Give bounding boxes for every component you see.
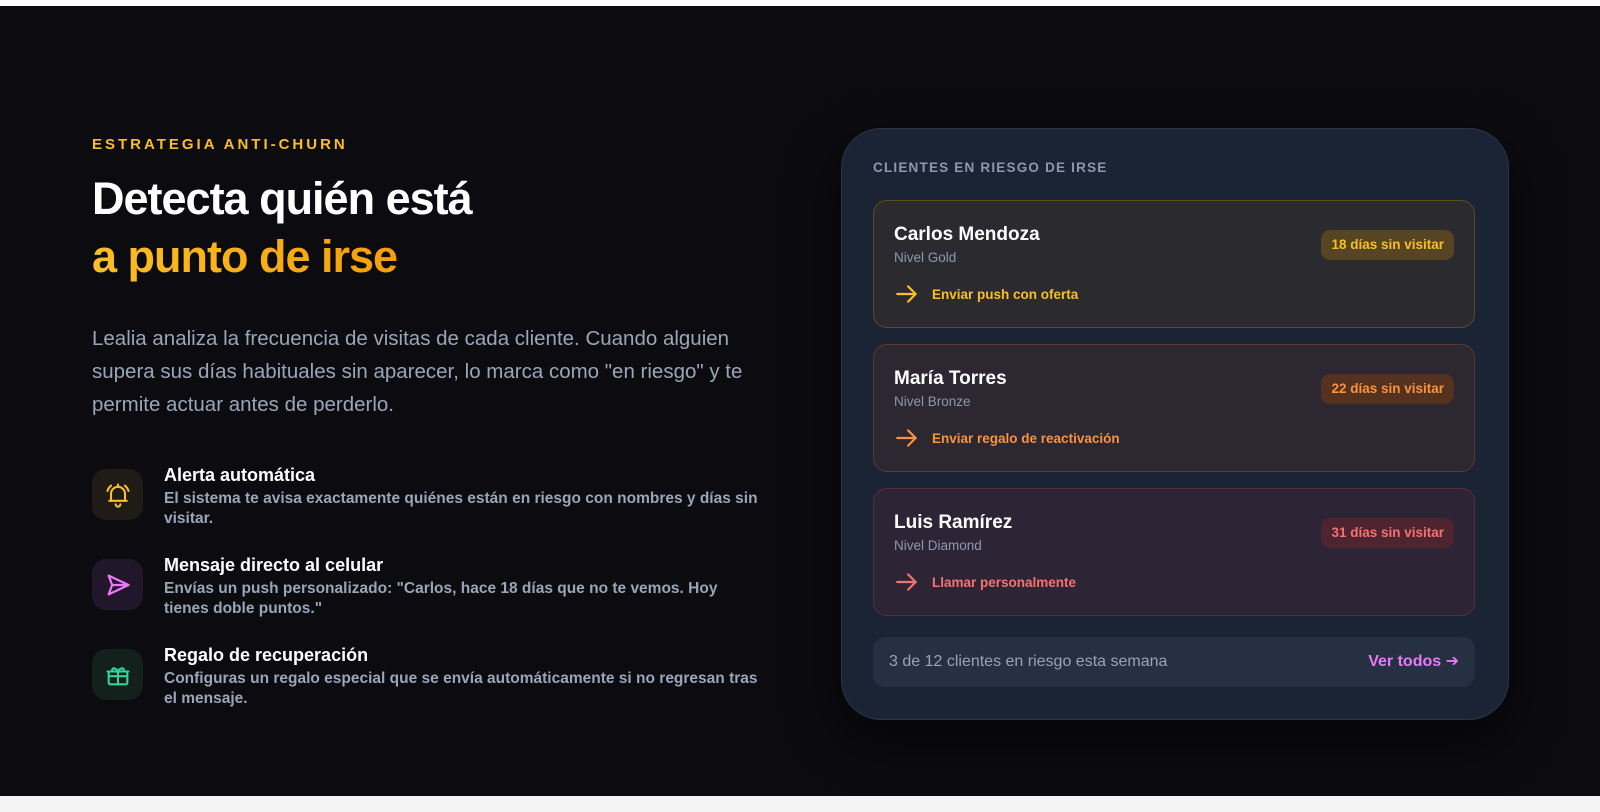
view-all-link[interactable]: Ver todos ➔	[1368, 652, 1459, 672]
feature-title: Alerta automática	[164, 465, 316, 485]
days-since-visit-badge: 18 días sin visitar	[1321, 230, 1454, 260]
arrow-right-icon	[896, 573, 917, 591]
at-risk-clients-card: CLIENTES EN RIESGO DE IRSE Carlos Mendoz…	[841, 128, 1509, 720]
client-name: Luis Ramírez	[894, 512, 1013, 533]
send-icon	[92, 559, 143, 610]
client-card-maria-torres: María Torres Nivel Bronze 22 días sin vi…	[873, 344, 1475, 472]
send-push-offer-action[interactable]: Enviar push con oferta	[894, 281, 1078, 307]
section-eyebrow: ESTRATEGIA ANTI-CHURN	[92, 136, 348, 153]
arrow-right-icon	[896, 429, 917, 447]
action-label: Llamar personalmente	[932, 574, 1077, 590]
client-level: Nivel Diamond	[894, 538, 982, 553]
feature-title: Regalo de recuperación	[164, 645, 369, 665]
feature-list: Alerta automática El sistema te avisa ex…	[92, 463, 772, 733]
bell-icon	[92, 469, 143, 520]
client-card-carlos-mendoza: Carlos Mendoza Nivel Gold 18 días sin vi…	[873, 200, 1475, 328]
headline-line-2: a punto de irse	[92, 228, 772, 286]
at-risk-summary: 3 de 12 clientes en riesgo esta semana	[889, 653, 1168, 670]
client-name: Carlos Mendoza	[894, 224, 1040, 245]
feature-direct-message: Mensaje directo al celular Envías un pus…	[92, 553, 772, 643]
feature-description: El sistema te avisa exactamente quiénes …	[164, 490, 758, 527]
action-label: Enviar regalo de reactivación	[932, 430, 1120, 446]
bottom-band	[0, 796, 1600, 812]
feature-title: Mensaje directo al celular	[164, 555, 384, 575]
action-label: Enviar push con oferta	[932, 286, 1079, 302]
section-headline: Detecta quién está a punto de irse	[92, 170, 772, 286]
send-reactivation-gift-action[interactable]: Enviar regalo de reactivación	[894, 425, 1120, 451]
headline-line-1: Detecta quién está	[92, 173, 473, 224]
feature-description: Envías un push personalizado: "Carlos, h…	[164, 580, 718, 617]
client-card-luis-ramirez: Luis Ramírez Nivel Diamond 31 días sin v…	[873, 488, 1475, 616]
anti-churn-section: ESTRATEGIA ANTI-CHURN Detecta quién está…	[92, 134, 772, 733]
gift-icon	[92, 649, 143, 700]
days-since-visit-badge: 31 días sin visitar	[1321, 518, 1454, 548]
section-description: Lealia analiza la frecuencia de visitas …	[92, 327, 743, 416]
client-level: Nivel Gold	[894, 250, 957, 265]
feature-recovery-gift: Regalo de recuperación Configuras un reg…	[92, 643, 772, 733]
arrow-right-icon	[896, 285, 917, 303]
top-bar	[0, 0, 1600, 6]
client-name: María Torres	[894, 368, 1007, 389]
feature-automatic-alert: Alerta automática El sistema te avisa ex…	[92, 463, 772, 553]
client-level: Nivel Bronze	[894, 394, 971, 409]
days-since-visit-badge: 22 días sin visitar	[1321, 374, 1454, 404]
card-title: CLIENTES EN RIESGO DE IRSE	[873, 160, 1108, 175]
card-footer: 3 de 12 clientes en riesgo esta semana V…	[873, 637, 1475, 687]
feature-description: Configuras un regalo especial que se env…	[164, 670, 758, 707]
call-personally-action[interactable]: Llamar personalmente	[894, 569, 1076, 595]
